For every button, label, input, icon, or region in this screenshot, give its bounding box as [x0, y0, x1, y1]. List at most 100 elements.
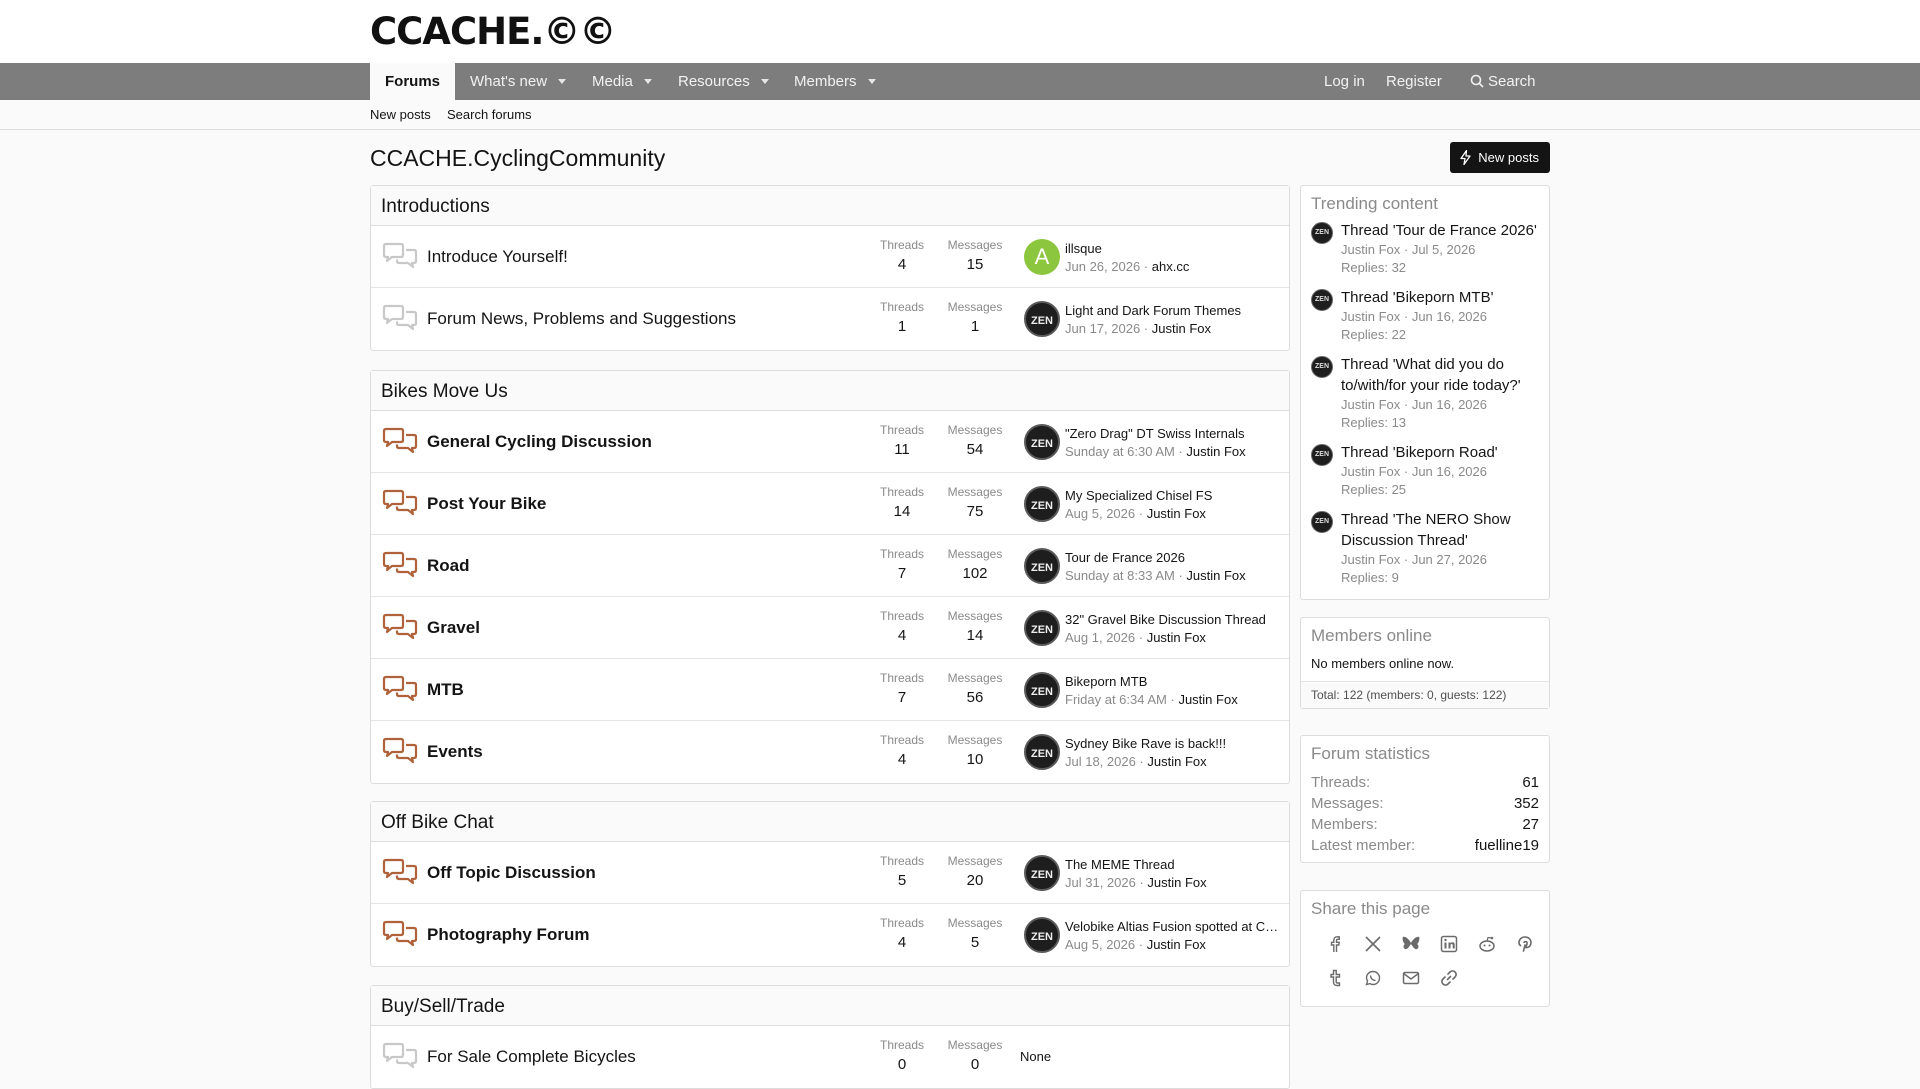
- avatar[interactable]: ZEN: [1311, 222, 1333, 244]
- last-post-title[interactable]: Bikeporn MTB: [1065, 674, 1280, 689]
- last-post-user[interactable]: ahx.cc: [1152, 259, 1190, 274]
- category-title[interactable]: Off Bike Chat: [371, 802, 1289, 842]
- forum-title-link[interactable]: Road: [427, 556, 470, 576]
- trending-date[interactable]: Jun 16, 2026: [1412, 397, 1487, 412]
- avatar[interactable]: ZEN: [1024, 917, 1060, 953]
- email-icon[interactable]: [1399, 966, 1423, 990]
- last-post-user[interactable]: Justin Fox: [1152, 321, 1211, 336]
- forum-title-link[interactable]: Post Your Bike: [427, 494, 546, 514]
- members-online-title[interactable]: Members online: [1301, 618, 1549, 652]
- last-post-user[interactable]: Justin Fox: [1178, 692, 1237, 707]
- trending-thread-title[interactable]: Thread 'The NERO Show Discussion Thread': [1341, 509, 1539, 551]
- last-post-date[interactable]: Jun 26, 2026: [1065, 259, 1140, 274]
- trending-user[interactable]: Justin Fox: [1341, 397, 1400, 412]
- new-posts-link[interactable]: New posts: [370, 107, 431, 122]
- chevron-down-icon[interactable]: [868, 79, 876, 84]
- avatar[interactable]: ZEN: [1024, 734, 1060, 770]
- last-post-user[interactable]: Justin Fox: [1147, 630, 1206, 645]
- avatar[interactable]: ZEN: [1311, 511, 1333, 533]
- forum-title-link[interactable]: General Cycling Discussion: [427, 432, 652, 452]
- forum-title-link[interactable]: Introduce Yourself!: [427, 247, 568, 267]
- trending-thread-title[interactable]: Thread 'Bikeporn Road': [1341, 442, 1539, 463]
- forum-title-link[interactable]: For Sale Complete Bicycles: [427, 1047, 636, 1067]
- avatar[interactable]: ZEN: [1024, 301, 1060, 337]
- search-link[interactable]: Search: [1470, 63, 1536, 100]
- trending-user[interactable]: Justin Fox: [1341, 242, 1400, 257]
- latest-member-link[interactable]: fuelline19: [1475, 835, 1539, 856]
- last-post-date[interactable]: Sunday at 8:33 AM: [1065, 568, 1175, 583]
- x-icon[interactable]: [1361, 932, 1385, 956]
- link-icon[interactable]: [1437, 966, 1461, 990]
- last-post-user[interactable]: Justin Fox: [1147, 937, 1206, 952]
- last-post-user[interactable]: Justin Fox: [1186, 444, 1245, 459]
- last-post-title[interactable]: Sydney Bike Rave is back!!!: [1065, 736, 1280, 751]
- forum-title-link[interactable]: Off Topic Discussion: [427, 863, 596, 883]
- trending-thread-title[interactable]: Thread 'Tour de France 2026': [1341, 220, 1539, 241]
- pinterest-icon[interactable]: [1513, 932, 1537, 956]
- forum-title-link[interactable]: Events: [427, 742, 483, 762]
- last-post-date[interactable]: Jul 18, 2026: [1065, 754, 1136, 769]
- reddit-icon[interactable]: [1475, 932, 1499, 956]
- trending-date[interactable]: Jul 5, 2026: [1412, 242, 1476, 257]
- trending-date[interactable]: Jun 16, 2026: [1412, 464, 1487, 479]
- trending-date[interactable]: Jun 27, 2026: [1412, 552, 1487, 567]
- search-forums-link[interactable]: Search forums: [447, 107, 532, 122]
- forum-title-link[interactable]: Forum News, Problems and Suggestions: [427, 309, 736, 329]
- chevron-down-icon[interactable]: [558, 79, 566, 84]
- avatar[interactable]: ZEN: [1024, 424, 1060, 460]
- last-post-date[interactable]: Aug 5, 2026: [1065, 937, 1135, 952]
- last-post-user[interactable]: Justin Fox: [1186, 568, 1245, 583]
- chevron-down-icon[interactable]: [761, 79, 769, 84]
- last-post-user[interactable]: Justin Fox: [1147, 875, 1206, 890]
- trending-user[interactable]: Justin Fox: [1341, 464, 1400, 479]
- bluesky-icon[interactable]: [1399, 932, 1423, 956]
- avatar[interactable]: ZEN: [1024, 855, 1060, 891]
- new-posts-button[interactable]: New posts: [1450, 142, 1550, 173]
- last-post-title[interactable]: Light and Dark Forum Themes: [1065, 303, 1280, 318]
- facebook-icon[interactable]: [1323, 932, 1347, 956]
- trending-thread-title[interactable]: Thread 'What did you do to/with/for your…: [1341, 354, 1539, 396]
- whatsapp-icon[interactable]: [1361, 966, 1385, 990]
- last-post-title[interactable]: My Specialized Chisel FS: [1065, 488, 1280, 503]
- last-post-date[interactable]: Aug 5, 2026: [1065, 506, 1135, 521]
- last-post-title[interactable]: The MEME Thread: [1065, 857, 1280, 872]
- last-post-date[interactable]: Sunday at 6:30 AM: [1065, 444, 1175, 459]
- linkedin-icon[interactable]: [1437, 932, 1461, 956]
- last-post-title[interactable]: "Zero Drag" DT Swiss Internals: [1065, 426, 1280, 441]
- chevron-down-icon[interactable]: [644, 79, 652, 84]
- category-title[interactable]: Bikes Move Us: [371, 371, 1289, 411]
- tab-media[interactable]: Media: [592, 63, 633, 100]
- avatar[interactable]: ZEN: [1311, 289, 1333, 311]
- tab-forums[interactable]: Forums: [370, 63, 456, 100]
- last-post-date[interactable]: Jun 17, 2026: [1065, 321, 1140, 336]
- category-title[interactable]: Buy/Sell/Trade: [371, 986, 1289, 1026]
- last-post-title[interactable]: illsque: [1065, 241, 1280, 256]
- avatar[interactable]: ZEN: [1311, 356, 1333, 378]
- site-logo[interactable]: CCACHE.©©: [370, 10, 616, 53]
- last-post-title[interactable]: 32" Gravel Bike Discussion Thread: [1065, 612, 1280, 627]
- forum-title-link[interactable]: MTB: [427, 680, 464, 700]
- tab-members[interactable]: Members: [794, 63, 857, 100]
- tab-resources[interactable]: Resources: [678, 63, 750, 100]
- tumblr-icon[interactable]: [1323, 966, 1347, 990]
- last-post-user[interactable]: Justin Fox: [1147, 506, 1206, 521]
- avatar[interactable]: ZEN: [1311, 444, 1333, 466]
- avatar[interactable]: ZEN: [1024, 672, 1060, 708]
- trending-user[interactable]: Justin Fox: [1341, 309, 1400, 324]
- last-post-date[interactable]: Aug 1, 2026: [1065, 630, 1135, 645]
- last-post-user[interactable]: Justin Fox: [1147, 754, 1206, 769]
- avatar[interactable]: ZEN: [1024, 610, 1060, 646]
- last-post-title[interactable]: Velobike Altias Fusion spotted at C…: [1065, 919, 1280, 934]
- last-post-title[interactable]: Tour de France 2026: [1065, 550, 1280, 565]
- tab-whats-new[interactable]: What's new: [470, 63, 547, 100]
- trending-date[interactable]: Jun 16, 2026: [1412, 309, 1487, 324]
- forum-title-link[interactable]: Gravel: [427, 618, 480, 638]
- trending-user[interactable]: Justin Fox: [1341, 552, 1400, 567]
- login-link[interactable]: Log in: [1324, 63, 1365, 100]
- avatar[interactable]: A: [1024, 239, 1060, 275]
- trending-thread-title[interactable]: Thread 'Bikeporn MTB': [1341, 287, 1539, 308]
- avatar[interactable]: ZEN: [1024, 486, 1060, 522]
- avatar[interactable]: ZEN: [1024, 548, 1060, 584]
- register-link[interactable]: Register: [1386, 63, 1442, 100]
- category-title[interactable]: Introductions: [371, 186, 1289, 226]
